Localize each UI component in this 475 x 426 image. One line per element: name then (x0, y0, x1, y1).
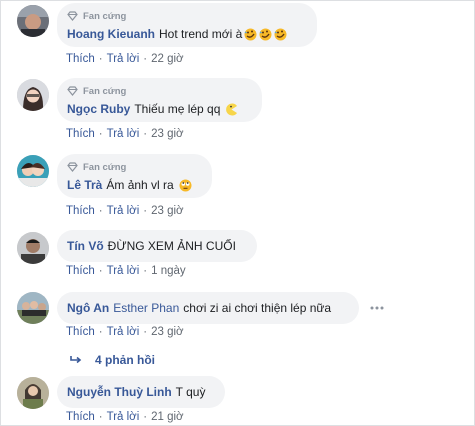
separator: · (143, 411, 148, 423)
view-replies-link[interactable]: 4 phản hồi (70, 353, 155, 367)
diamond-icon (67, 86, 78, 96)
comment-actions: Thích · Trả lời · 21 giờ (66, 411, 184, 423)
comment-author[interactable]: Nguyễn Thuỳ Linh (67, 384, 172, 400)
comment-actions: Thích · Trả lời · 23 giờ (66, 326, 184, 338)
rofl-emoji (274, 28, 287, 41)
comment-time[interactable]: 21 giờ (151, 411, 183, 423)
comment-author[interactable]: Tín Võ (67, 238, 104, 254)
diamond-icon (67, 11, 78, 21)
comment-bubble: Fan cứng Hoang Kieuanh Hot trend mới à (57, 3, 317, 47)
replies-count: 4 phản hồi (95, 353, 155, 367)
fan-badge-label: Fan cứng (83, 161, 127, 173)
fan-badge: Fan cứng (67, 85, 250, 97)
separator: · (143, 53, 148, 65)
like-link[interactable]: Thích (66, 128, 95, 140)
comment-bubble: Nguyễn Thuỳ Linh T quỳ (57, 376, 225, 408)
fan-badge-label: Fan cứng (83, 10, 127, 22)
like-link[interactable]: Thích (66, 53, 95, 65)
comment-actions: Thích · Trả lời · 1 ngày (66, 265, 186, 277)
comment-time[interactable]: 23 giờ (151, 128, 183, 140)
more-options-icon[interactable] (370, 305, 384, 311)
like-link[interactable]: Thích (66, 205, 95, 217)
separator: · (98, 53, 103, 65)
avatar[interactable] (17, 5, 49, 37)
pacman-emoji (225, 103, 238, 116)
comment-actions: Thích · Trả lời · 23 giờ (66, 205, 184, 217)
separator: · (98, 128, 103, 140)
reply-arrow-icon (70, 356, 82, 364)
comment-bubble: Fan cứng Lê Trà Ám ảnh vl ra (57, 154, 212, 198)
comment-text: Ám ảnh vl ra (106, 178, 174, 192)
comment-text: chơi zi ai chơi thiện lép nữa (183, 301, 332, 315)
fan-badge: Fan cứng (67, 10, 305, 22)
avatar[interactable] (17, 155, 49, 187)
comment-time[interactable]: 1 ngày (151, 265, 186, 277)
comment-actions: Thích · Trả lời · 22 giờ (66, 53, 184, 65)
comment-author[interactable]: Ngọc Ruby (67, 101, 130, 117)
rofl-emoji (259, 28, 272, 41)
like-link[interactable]: Thích (66, 265, 95, 277)
like-link[interactable]: Thích (66, 326, 95, 338)
reply-link[interactable]: Trả lời (107, 411, 140, 423)
comment-bubble: Ngô An Esther Phan chơi zi ai chơi thiện… (57, 292, 359, 324)
comment-text: Hot trend mới à (159, 27, 243, 41)
comment-author[interactable]: Hoang Kieuanh (67, 26, 155, 42)
comment-time[interactable]: 22 giờ (151, 53, 183, 65)
separator: · (143, 205, 148, 217)
reply-link[interactable]: Trả lời (107, 128, 140, 140)
reply-link[interactable]: Trả lời (107, 326, 140, 338)
rolling-eyes-emoji (179, 179, 192, 192)
separator: · (143, 265, 148, 277)
comment-time[interactable]: 23 giờ (151, 326, 183, 338)
separator: · (98, 411, 103, 423)
comment-text: Thiếu mẹ lép qq (134, 102, 221, 116)
comment-text: ĐỪNG XEM ẢNH CUỐI (107, 239, 236, 253)
separator: · (98, 326, 103, 338)
avatar[interactable] (17, 79, 49, 111)
comment-author[interactable]: Ngô An (67, 300, 109, 316)
mention-link[interactable]: Esther Phan (113, 300, 179, 316)
avatar[interactable] (17, 292, 49, 324)
comment-bubble: Fan cứng Ngọc Ruby Thiếu mẹ lép qq (57, 78, 262, 122)
comment-text: T quỳ (175, 385, 206, 399)
reply-link[interactable]: Trả lời (107, 53, 140, 65)
avatar[interactable] (17, 232, 49, 264)
avatar[interactable] (17, 377, 49, 409)
comment-author[interactable]: Lê Trà (67, 177, 102, 193)
like-link[interactable]: Thích (66, 411, 95, 423)
fan-badge-label: Fan cứng (83, 85, 127, 97)
separator: · (143, 128, 148, 140)
separator: · (98, 205, 103, 217)
diamond-icon (67, 162, 78, 172)
separator: · (143, 326, 148, 338)
reply-link[interactable]: Trả lời (107, 265, 140, 277)
separator: · (98, 265, 103, 277)
reply-link[interactable]: Trả lời (107, 205, 140, 217)
comment-time[interactable]: 23 giờ (151, 205, 183, 217)
comment-bubble: Tín Võ ĐỪNG XEM ẢNH CUỐI (57, 230, 257, 262)
rofl-emoji (244, 28, 257, 41)
comment-actions: Thích · Trả lời · 23 giờ (66, 128, 184, 140)
fan-badge: Fan cứng (67, 161, 200, 173)
